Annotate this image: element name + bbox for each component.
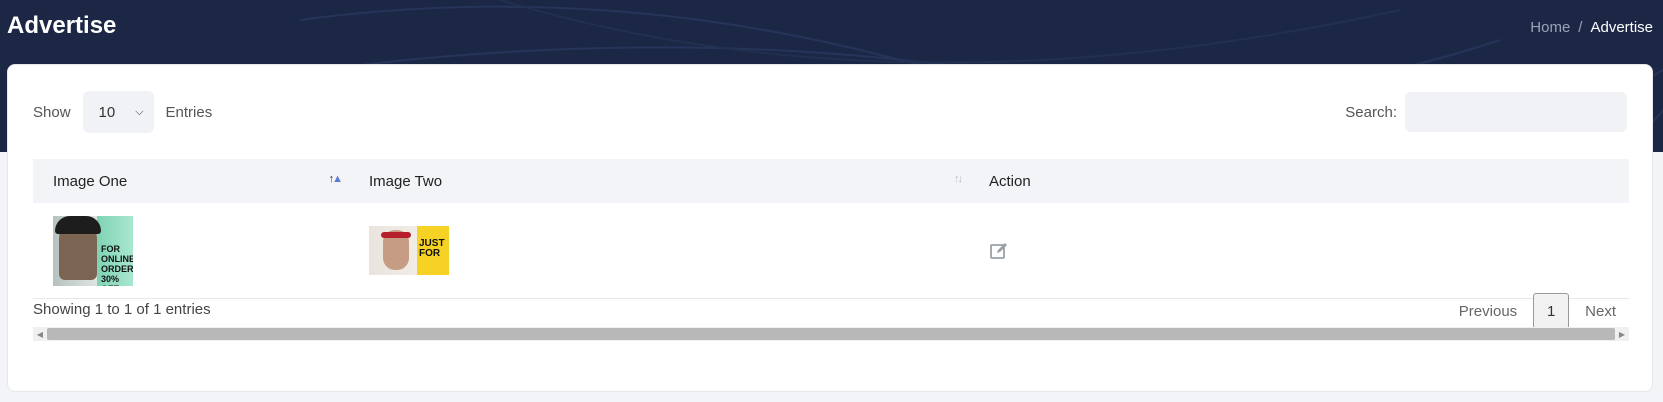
scroll-right-icon[interactable]: ▶ xyxy=(1615,327,1629,341)
advert-image-one: FOR ONLINE ORDER 30% OFF xyxy=(53,215,133,286)
chevron-down-icon: ⌵ xyxy=(135,105,144,118)
page-1-button[interactable]: 1 xyxy=(1533,293,1570,329)
column-header-label: Image Two xyxy=(369,172,443,190)
breadcrumb: Home / Advertise xyxy=(1530,19,1653,36)
search-input[interactable] xyxy=(1405,92,1627,132)
sort-icon: ↑↓ xyxy=(954,173,963,185)
advert-image-two: JUST FOR xyxy=(369,226,449,275)
entries-control: Show 10 ⌵ Entries xyxy=(33,91,212,133)
next-button[interactable]: Next xyxy=(1569,303,1630,320)
edit-icon[interactable] xyxy=(989,241,1009,261)
pagination: Previous 1 Next xyxy=(1443,293,1630,329)
scroll-left-icon[interactable]: ◀ xyxy=(33,327,47,341)
column-header-action: Action xyxy=(969,159,1629,203)
advert-image-one-text: FOR ONLINE ORDER 30% OFF xyxy=(101,243,133,286)
horizontal-scrollbar[interactable]: ◀ ▶ xyxy=(33,327,1629,341)
advert-image-two-text: JUST FOR xyxy=(419,238,445,259)
page-title: Advertise xyxy=(7,12,117,39)
search-control: Search: xyxy=(1345,91,1627,133)
cell-image-one: FOR ONLINE ORDER 30% OFF xyxy=(33,203,349,299)
sort-asc-icon: ↑▲ xyxy=(328,173,343,185)
entries-select-value: 10 xyxy=(98,103,116,121)
column-header-label: Action xyxy=(989,172,1031,190)
table-card: Show 10 ⌵ Entries Search: Image One ↑▲ I… xyxy=(7,64,1653,392)
table-row: FOR ONLINE ORDER 30% OFF JUST FOR xyxy=(33,203,1629,299)
breadcrumb-home[interactable]: Home xyxy=(1530,19,1570,36)
breadcrumb-current: Advertise xyxy=(1590,19,1653,36)
column-header-image-two[interactable]: Image Two ↑↓ xyxy=(349,159,969,203)
data-table: Image One ↑▲ Image Two ↑↓ Action FOR ONL… xyxy=(33,159,1629,299)
column-header-image-one[interactable]: Image One ↑▲ xyxy=(33,159,349,203)
cell-action xyxy=(969,203,1629,299)
scrollbar-thumb[interactable] xyxy=(47,328,1615,340)
search-label: Search: xyxy=(1345,103,1397,121)
previous-button[interactable]: Previous xyxy=(1443,303,1533,320)
cell-image-two: JUST FOR xyxy=(349,203,969,299)
table-info: Showing 1 to 1 of 1 entries xyxy=(33,301,211,318)
show-label: Show xyxy=(33,103,71,121)
table-header: Image One ↑▲ Image Two ↑↓ Action xyxy=(33,159,1629,203)
breadcrumb-separator: / xyxy=(1578,19,1583,36)
entries-label: Entries xyxy=(165,103,213,121)
column-header-label: Image One xyxy=(53,172,128,190)
entries-select[interactable]: 10 ⌵ xyxy=(82,91,154,133)
